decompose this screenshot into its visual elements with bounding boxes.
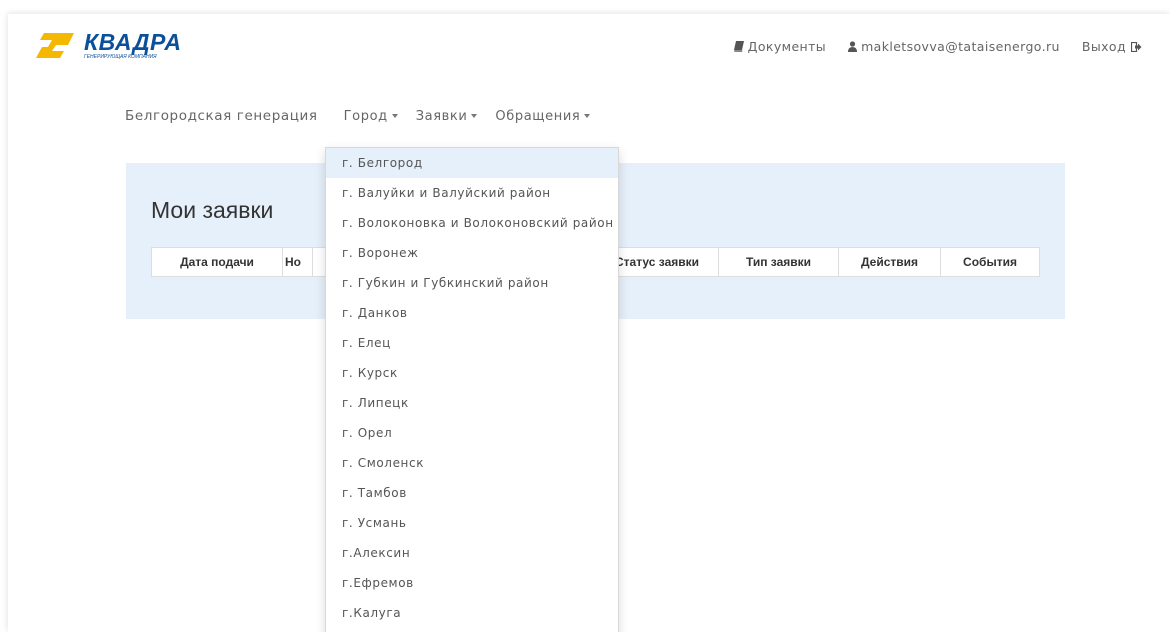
city-option[interactable]: г.Ефремов [326, 568, 618, 598]
column-header-type[interactable]: Тип заявки [719, 248, 839, 276]
caret-down-icon [471, 114, 478, 118]
app-frame: КВАДРА ГЕНЕРИРУЮЩАЯ КОМПАНИЯ Документы m… [8, 14, 1170, 632]
page-title: Мои заявки [151, 197, 274, 223]
city-option[interactable]: г.Калуга [326, 598, 618, 628]
city-option[interactable]: г. Орел [326, 418, 618, 448]
city-option[interactable]: г. Волоконовка и Волоконовский район [326, 208, 618, 238]
nav-requests-dropdown[interactable]: Заявки [416, 109, 478, 124]
documents-label: Документы [747, 39, 827, 54]
header-links: Документы makletsovva@tataisenergo.ru Вы… [712, 39, 1142, 54]
user-email: makletsovva@tataisenergo.ru [861, 39, 1060, 54]
column-header-date[interactable]: Дата подачи [152, 248, 283, 276]
nav-appeals-dropdown[interactable]: Обращения [495, 108, 591, 124]
city-option[interactable]: г. Губкин и Губкинский район [326, 268, 618, 298]
column-header-actions[interactable]: Действия [839, 248, 941, 276]
city-option[interactable]: г. Тамбов [326, 478, 618, 508]
nav-city-label: Город [343, 108, 388, 124]
nav-requests-label: Заявки [415, 108, 468, 124]
company-logo[interactable]: КВАДРА ГЕНЕРИРУЮЩАЯ КОМПАНИЯ [34, 28, 204, 64]
city-option[interactable]: г.Алексин [326, 538, 618, 568]
city-dropdown-menu: г. Белгород г. Валуйки и Валуйский район г… [325, 147, 619, 632]
book-icon [733, 41, 744, 52]
logo-mark-icon [36, 33, 74, 58]
nav-city-dropdown[interactable]: Город [344, 109, 398, 124]
city-option[interactable]: г. Данков [326, 298, 618, 328]
city-option[interactable]: г. Липецк [326, 388, 618, 418]
column-header-number[interactable]: Но [283, 248, 313, 276]
user-account-link[interactable]: makletsovva@tataisenergo.ru [848, 39, 1060, 54]
logout-link[interactable]: Выход [1082, 39, 1142, 54]
city-option[interactable]: г. Белгород [326, 148, 618, 178]
main-nav: Белгородская генерация Город Заявки Обра… [125, 108, 608, 124]
city-option[interactable]: г. Курск [326, 358, 618, 388]
city-option[interactable]: г. Валуйки и Валуйский район [326, 178, 618, 208]
logout-label: Выход [1081, 39, 1126, 54]
nav-brand[interactable]: Белгородская генерация [125, 108, 318, 124]
documents-link[interactable]: Документы [733, 39, 827, 54]
caret-down-icon [584, 114, 591, 118]
logo-name: КВАДРА [84, 29, 182, 55]
city-option[interactable]: г. Усмань [326, 508, 618, 538]
city-option[interactable]: г. Смоленск [326, 448, 618, 478]
city-option[interactable]: г. Воронеж [326, 238, 618, 268]
nav-appeals-label: Обращения [495, 108, 581, 124]
sign-out-icon [1131, 41, 1142, 52]
caret-down-icon [391, 114, 398, 118]
user-icon [848, 41, 858, 52]
city-option[interactable]: г. Елец [326, 328, 618, 358]
logo-subtitle: ГЕНЕРИРУЮЩАЯ КОМПАНИЯ [84, 54, 157, 60]
column-header-events[interactable]: События [941, 248, 1039, 276]
